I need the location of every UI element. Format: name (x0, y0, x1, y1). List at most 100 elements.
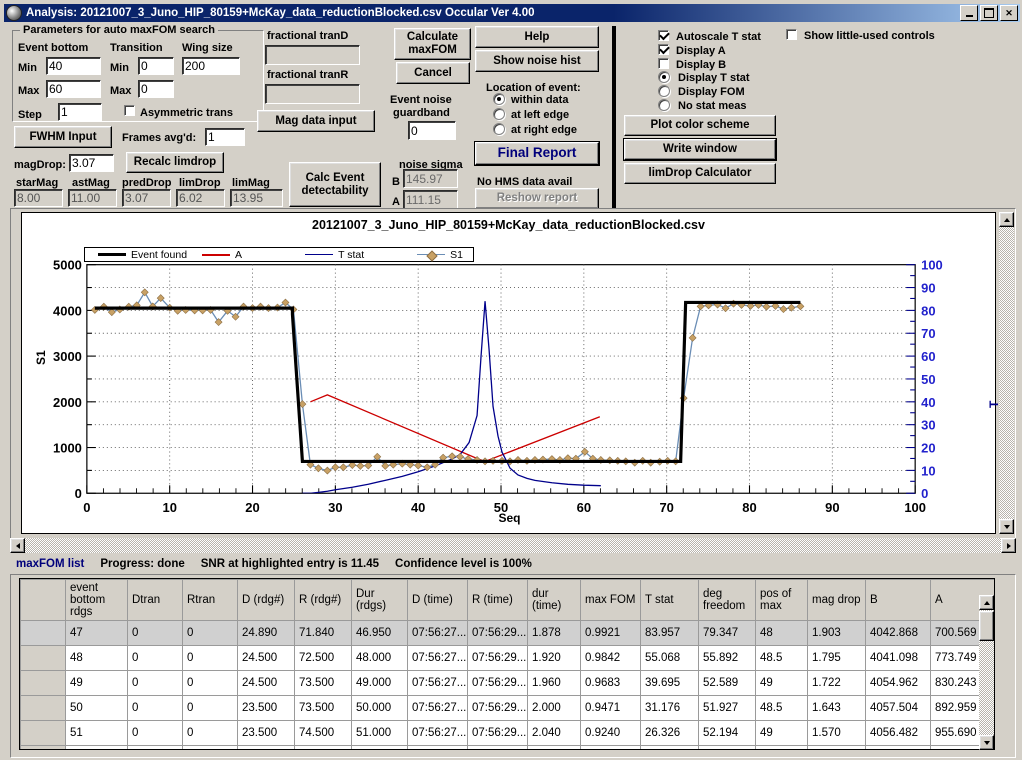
minimize-button[interactable] (960, 5, 978, 21)
reshow-report-button[interactable]: Reshow report (475, 188, 599, 209)
calc-event-detectability-button[interactable]: Calc Event detectability (289, 162, 381, 207)
display-a-checkbox[interactable] (658, 44, 669, 55)
table-cell[interactable]: 0.9921 (580, 620, 641, 647)
table-cell[interactable]: 71.840 (294, 620, 352, 647)
table-cell[interactable]: 07:56:27... (407, 620, 468, 647)
table-cell[interactable]: 0 (127, 620, 183, 647)
table-cell[interactable]: 0 (182, 670, 238, 697)
table-cell[interactable]: 07:56:29... (467, 620, 528, 647)
table-row[interactable]: 47 0 0 24.890 71.840 46.950 07:56:27... 07:56:2… (20, 620, 994, 647)
final-report-button[interactable]: Final Report (474, 141, 600, 166)
table-cell[interactable]: 0.9471 (580, 695, 641, 722)
table-cell[interactable]: 73.500 (294, 670, 352, 697)
display-tstat-radio[interactable] (658, 71, 670, 83)
table-cell[interactable]: 48.5 (755, 695, 808, 722)
table-cell[interactable]: 0 (127, 695, 183, 722)
table-cell[interactable]: 48 (65, 645, 128, 672)
col-header-dur-rdgs[interactable]: Dur (rdgs) (351, 579, 408, 622)
table-cell[interactable]: 24.500 (237, 645, 295, 672)
table-row[interactable]: 51 0 0 23.500 74.500 51.000 07:56:27... 07:56:2… (20, 720, 994, 747)
table-cell[interactable]: 79.347 (698, 620, 756, 647)
table-vertical-scrollbar[interactable] (979, 595, 994, 750)
col-header-r-rdg[interactable]: R (rdg#) (294, 579, 352, 622)
table-cell[interactable]: 48.5 (755, 645, 808, 672)
row-selector-cell[interactable] (20, 670, 66, 697)
event-bottom-max-input[interactable]: 60 (46, 80, 101, 98)
frames-avgd-input[interactable]: 1 (205, 128, 245, 146)
col-header-max-fom[interactable]: max FOM (580, 579, 641, 622)
table-cell[interactable]: 0 (182, 720, 238, 747)
display-fom-radio[interactable] (658, 85, 670, 97)
col-header-event-bottom-rdgs[interactable]: event bottom rdgs (65, 579, 128, 622)
table-cell[interactable]: 31.176 (640, 695, 699, 722)
plot-scroll-up-button[interactable] (999, 212, 1014, 227)
table-cell[interactable]: 07:56:29... (467, 645, 528, 672)
table-cell[interactable]: 46.950 (351, 620, 408, 647)
table-cell[interactable]: 51.927 (698, 695, 756, 722)
fractional-trand-input[interactable] (265, 45, 360, 65)
table-cell[interactable]: 0.9240 (580, 720, 641, 747)
table-row[interactable]: 49 0 0 24.500 73.500 49.000 07:56:27... 07:56:2… (20, 670, 994, 697)
table-cell[interactable]: 50 (65, 695, 128, 722)
table-cell[interactable]: 52.000 (351, 745, 408, 749)
event-noise-guardband-input[interactable]: 0 (408, 121, 456, 140)
table-row[interactable]: 48 0 0 24.500 72.500 48.000 07:56:27... 07:56:2… (20, 645, 994, 672)
table-row[interactable]: 520023.50075.50052.00007:56:27...07:56:2… (20, 745, 994, 749)
table-cell[interactable]: 4054.087 (865, 745, 931, 749)
table-cell[interactable]: 1.570 (807, 720, 866, 747)
table-cell[interactable]: 1.502 (807, 745, 866, 749)
loc-within-data-radio[interactable] (493, 93, 505, 105)
table-scroll-up-button[interactable] (979, 595, 994, 610)
col-header-t-stat[interactable]: T stat (640, 579, 699, 622)
table-cell[interactable]: 49 (755, 720, 808, 747)
table-cell[interactable]: 0 (127, 720, 183, 747)
table-cell[interactable]: 48.000 (351, 645, 408, 672)
table-cell[interactable]: 49 (65, 670, 128, 697)
table-cell[interactable]: 0 (182, 645, 238, 672)
table-cell[interactable]: 0 (182, 695, 238, 722)
table-scroll-down-button[interactable] (979, 735, 994, 750)
table-cell[interactable]: 52.799 (698, 745, 756, 749)
table-cell[interactable]: 23.214 (640, 745, 699, 749)
table-scrollbar-thumb[interactable] (979, 611, 994, 641)
table-cell[interactable]: 0.9004 (580, 745, 641, 749)
col-header-r-time[interactable]: R (time) (467, 579, 528, 622)
table-cell[interactable]: 1.920 (527, 645, 581, 672)
no-stat-meas-radio[interactable] (658, 99, 670, 111)
table-cell[interactable]: 2.080 (527, 745, 581, 749)
table-cell[interactable]: 1.795 (807, 645, 866, 672)
table-cell[interactable]: 07:56:29... (467, 745, 528, 749)
table-cell[interactable]: 52.194 (698, 720, 756, 747)
row-selector-cell[interactable] (20, 645, 66, 672)
table-cell[interactable]: 07:56:27... (407, 745, 468, 749)
mag-data-input-button[interactable]: Mag data input (257, 110, 375, 132)
table-cell[interactable]: 72.500 (294, 645, 352, 672)
table-cell[interactable]: 4042.868 (865, 620, 931, 647)
table-cell[interactable]: 07:56:29... (467, 720, 528, 747)
table-cell[interactable]: 51 (65, 720, 128, 747)
plot-color-scheme-button[interactable]: Plot color scheme (624, 115, 776, 136)
table-cell[interactable]: 26.326 (640, 720, 699, 747)
col-header-dtran[interactable]: Dtran (127, 579, 183, 622)
table-cell[interactable]: 75.500 (294, 745, 352, 749)
loc-left-edge-radio[interactable] (493, 108, 505, 120)
fwhm-input-button[interactable]: FWHM Input (14, 126, 112, 148)
col-header-b[interactable]: B (865, 579, 931, 622)
table-cell[interactable]: 50.000 (351, 695, 408, 722)
plot-scroll-left-button[interactable] (10, 538, 25, 553)
table-row[interactable]: 50 0 0 23.500 73.500 50.000 07:56:27... 07:56:2… (20, 695, 994, 722)
table-cell[interactable]: 1.903 (807, 620, 866, 647)
write-window-button[interactable]: Write window (623, 138, 777, 161)
limdrop-calculator-button[interactable]: limDrop Calculator (624, 163, 776, 184)
maximize-button[interactable] (980, 5, 998, 21)
table-cell[interactable]: 49.5 (755, 745, 808, 749)
table-cell[interactable]: 24.890 (237, 620, 295, 647)
table-cell[interactable]: 4041.098 (865, 645, 931, 672)
help-button[interactable]: Help (475, 26, 599, 48)
col-header-rtran[interactable]: Rtran (182, 579, 238, 622)
table-cell[interactable]: 23.500 (237, 695, 295, 722)
plot-scroll-right-button[interactable] (1001, 538, 1016, 553)
col-header-d-time[interactable]: D (time) (407, 579, 468, 622)
table-cell[interactable]: 55.068 (640, 645, 699, 672)
table-cell[interactable]: 0 (127, 745, 183, 749)
